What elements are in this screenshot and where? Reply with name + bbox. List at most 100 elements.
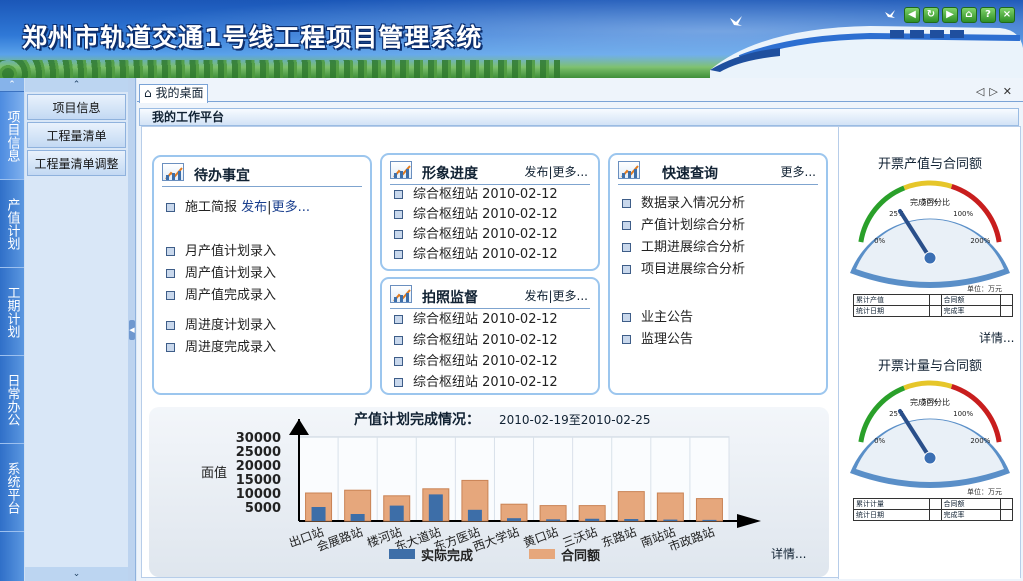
table-cell: 统计日期	[852, 509, 931, 521]
notice-label: 监理公告	[641, 332, 694, 347]
list-item[interactable]: 综合枢纽站 2010-02-12	[394, 245, 590, 265]
list-item[interactable]: 周进度计划录入	[166, 315, 362, 337]
list-item[interactable]: 周产值完成录入	[166, 285, 362, 307]
gauge-tick-label: 50%	[922, 198, 938, 206]
item-name: 综合枢纽站	[413, 375, 479, 390]
list-item[interactable]: 综合枢纽站 2010-02-12	[394, 351, 590, 372]
bar-contract	[539, 505, 567, 522]
nav-collapse-bar[interactable]: ◀	[128, 78, 136, 581]
list-item[interactable]: 业主公告	[622, 307, 818, 329]
image-progress-title: 形象进度	[422, 166, 478, 182]
table-cell: 统计日期	[852, 305, 931, 317]
list-item[interactable]: 产值计划综合分析	[622, 215, 818, 237]
item-date: 2010-02-12	[482, 187, 558, 202]
help-icon[interactable]: ?	[980, 7, 996, 23]
gauge-unit: 单位：万元	[967, 285, 1002, 293]
item-date: 2010-02-12	[482, 333, 558, 348]
list-item[interactable]: 月产值计划录入	[166, 241, 362, 263]
refresh-icon[interactable]: ↻	[923, 7, 939, 23]
bar-actual	[350, 514, 365, 521]
list-item[interactable]: 周产值计划录入	[166, 263, 362, 285]
todo-list: 施工简报 发布|更多... 月产值计划录入 周产值计划录入 周产值完成录入 周进…	[166, 197, 362, 359]
x-tick-label: 黄口站	[521, 525, 560, 550]
todo-brief[interactable]: 施工简报	[185, 200, 237, 215]
tab-next-icon[interactable]: ▷	[989, 85, 1002, 98]
home-icon[interactable]: ⌂	[961, 7, 977, 23]
bullet-icon	[622, 335, 631, 344]
y-tick-label: 30000	[236, 431, 281, 446]
main-area: ⌂ 我的桌面 ◁▷✕ 我的工作平台 待办事宜 施工简报 发布|更多... 月产值…	[137, 78, 1023, 581]
back-icon[interactable]: ◀	[904, 7, 920, 23]
list-item[interactable]: 综合枢纽站 2010-02-12	[394, 330, 590, 351]
image-progress-header: 形象进度 发布|更多...	[390, 159, 590, 185]
vtab-schedule-plan[interactable]: 工期计划	[0, 268, 24, 356]
image-progress-links: 发布|更多...	[524, 165, 588, 179]
more-link[interactable]: 更多...	[272, 200, 310, 215]
collapse-arrow-icon[interactable]: ◀	[129, 320, 135, 340]
scroll-up-icon[interactable]: ⌃	[0, 78, 24, 92]
subnav-item-bill-adjust[interactable]: 工程量清单调整	[27, 150, 126, 176]
table-cell: 完成率	[940, 305, 1002, 317]
chart-icon	[390, 285, 412, 303]
tab-desktop[interactable]: ⌂ 我的桌面	[139, 84, 209, 103]
bar-contract	[617, 491, 645, 522]
list-item[interactable]: 数据录入情况分析	[622, 193, 818, 215]
chart-icon	[162, 163, 184, 181]
close-icon[interactable]: ×	[999, 7, 1015, 23]
photo-monitor-header: 拍照监督 发布|更多...	[390, 283, 590, 309]
subnav-up-icon[interactable]: ⌃	[25, 78, 128, 92]
list-item[interactable]: 综合枢纽站 2010-02-12	[394, 205, 590, 225]
x-tick-label: 东路站	[599, 524, 638, 550]
subnav-item-project-info[interactable]: 项目信息	[27, 94, 126, 120]
table-cell: 累计产值	[852, 294, 931, 306]
quick-query-title: 快速查询	[662, 166, 718, 182]
tab-prev-icon[interactable]: ◁	[976, 85, 989, 98]
subnav-down-icon[interactable]: ⌄	[25, 567, 128, 581]
list-item[interactable]: 项目进展综合分析	[622, 259, 818, 281]
tab-close-icon[interactable]: ✕	[1003, 85, 1017, 98]
vtab-daily-office[interactable]: 日常办公	[0, 356, 24, 444]
bar-actual	[428, 494, 443, 521]
gauge-tick-label: 200%	[970, 437, 990, 445]
output-chart-panel: 产值计划完成情况： 2010-02-19至2010-02-25 30000 250…	[149, 407, 829, 577]
gauge-unit: 单位：万元	[967, 488, 1002, 496]
more-link[interactable]: 更多...	[553, 165, 588, 179]
bullet-icon	[394, 378, 403, 387]
subnav-item-bill[interactable]: 工程量清单	[27, 122, 126, 148]
home-icon: ⌂	[144, 86, 152, 100]
item-date: 2010-02-12	[482, 312, 558, 327]
query-label: 项目进展综合分析	[641, 262, 746, 277]
list-item[interactable]: 综合枢纽站 2010-02-12	[394, 309, 590, 330]
bar-actual	[467, 509, 482, 521]
bar-actual	[546, 519, 561, 521]
vtab-output-plan[interactable]: 产值计划	[0, 180, 24, 268]
bullet-icon	[394, 357, 403, 366]
gauge-column: 开票产值与合同额 完成百分比 0% 25% 50% 100% 200% 单位：万元 累计产…	[838, 127, 1020, 579]
publish-link[interactable]: 发布	[524, 289, 548, 303]
vtab-system-platform[interactable]: 系统平台	[0, 444, 24, 532]
more-link[interactable]: 更多...	[553, 289, 588, 303]
list-item[interactable]: 监理公告	[622, 329, 818, 351]
vtab-project-info[interactable]: 项目信息	[0, 92, 24, 180]
publish-link[interactable]: 发布	[241, 200, 267, 215]
more-link[interactable]: 更多...	[781, 163, 816, 180]
list-item[interactable]: 周进度完成录入	[166, 337, 362, 359]
list-item[interactable]: 工期进展综合分析	[622, 237, 818, 259]
query-label: 数据录入情况分析	[641, 196, 746, 211]
notice-label: 业主公告	[641, 310, 694, 325]
quick-query-header: 快速查询 更多...	[618, 159, 818, 185]
list-item[interactable]: 综合枢纽站 2010-02-12	[394, 185, 590, 205]
bullet-icon	[166, 343, 175, 352]
list-item[interactable]: 综合枢纽站 2010-02-12	[394, 225, 590, 245]
photo-monitor-list: 综合枢纽站 2010-02-12 综合枢纽站 2010-02-12 综合枢纽站 …	[394, 309, 590, 393]
gauge-detail-link[interactable]: 详情...	[979, 329, 1014, 346]
publish-link[interactable]: 发布	[524, 165, 548, 179]
todo-panel: 待办事宜 施工简报 发布|更多... 月产值计划录入 周产值计划录入 周产值完成…	[152, 155, 372, 395]
query-label: 产值计划综合分析	[641, 218, 746, 233]
list-item[interactable]: 综合枢纽站 2010-02-12	[394, 372, 590, 393]
chart-icon	[618, 161, 640, 179]
dove-icon	[730, 16, 742, 26]
bar-contract	[695, 498, 723, 522]
chart-detail-link[interactable]: 详情...	[771, 545, 806, 562]
forward-icon[interactable]: ▶	[942, 7, 958, 23]
